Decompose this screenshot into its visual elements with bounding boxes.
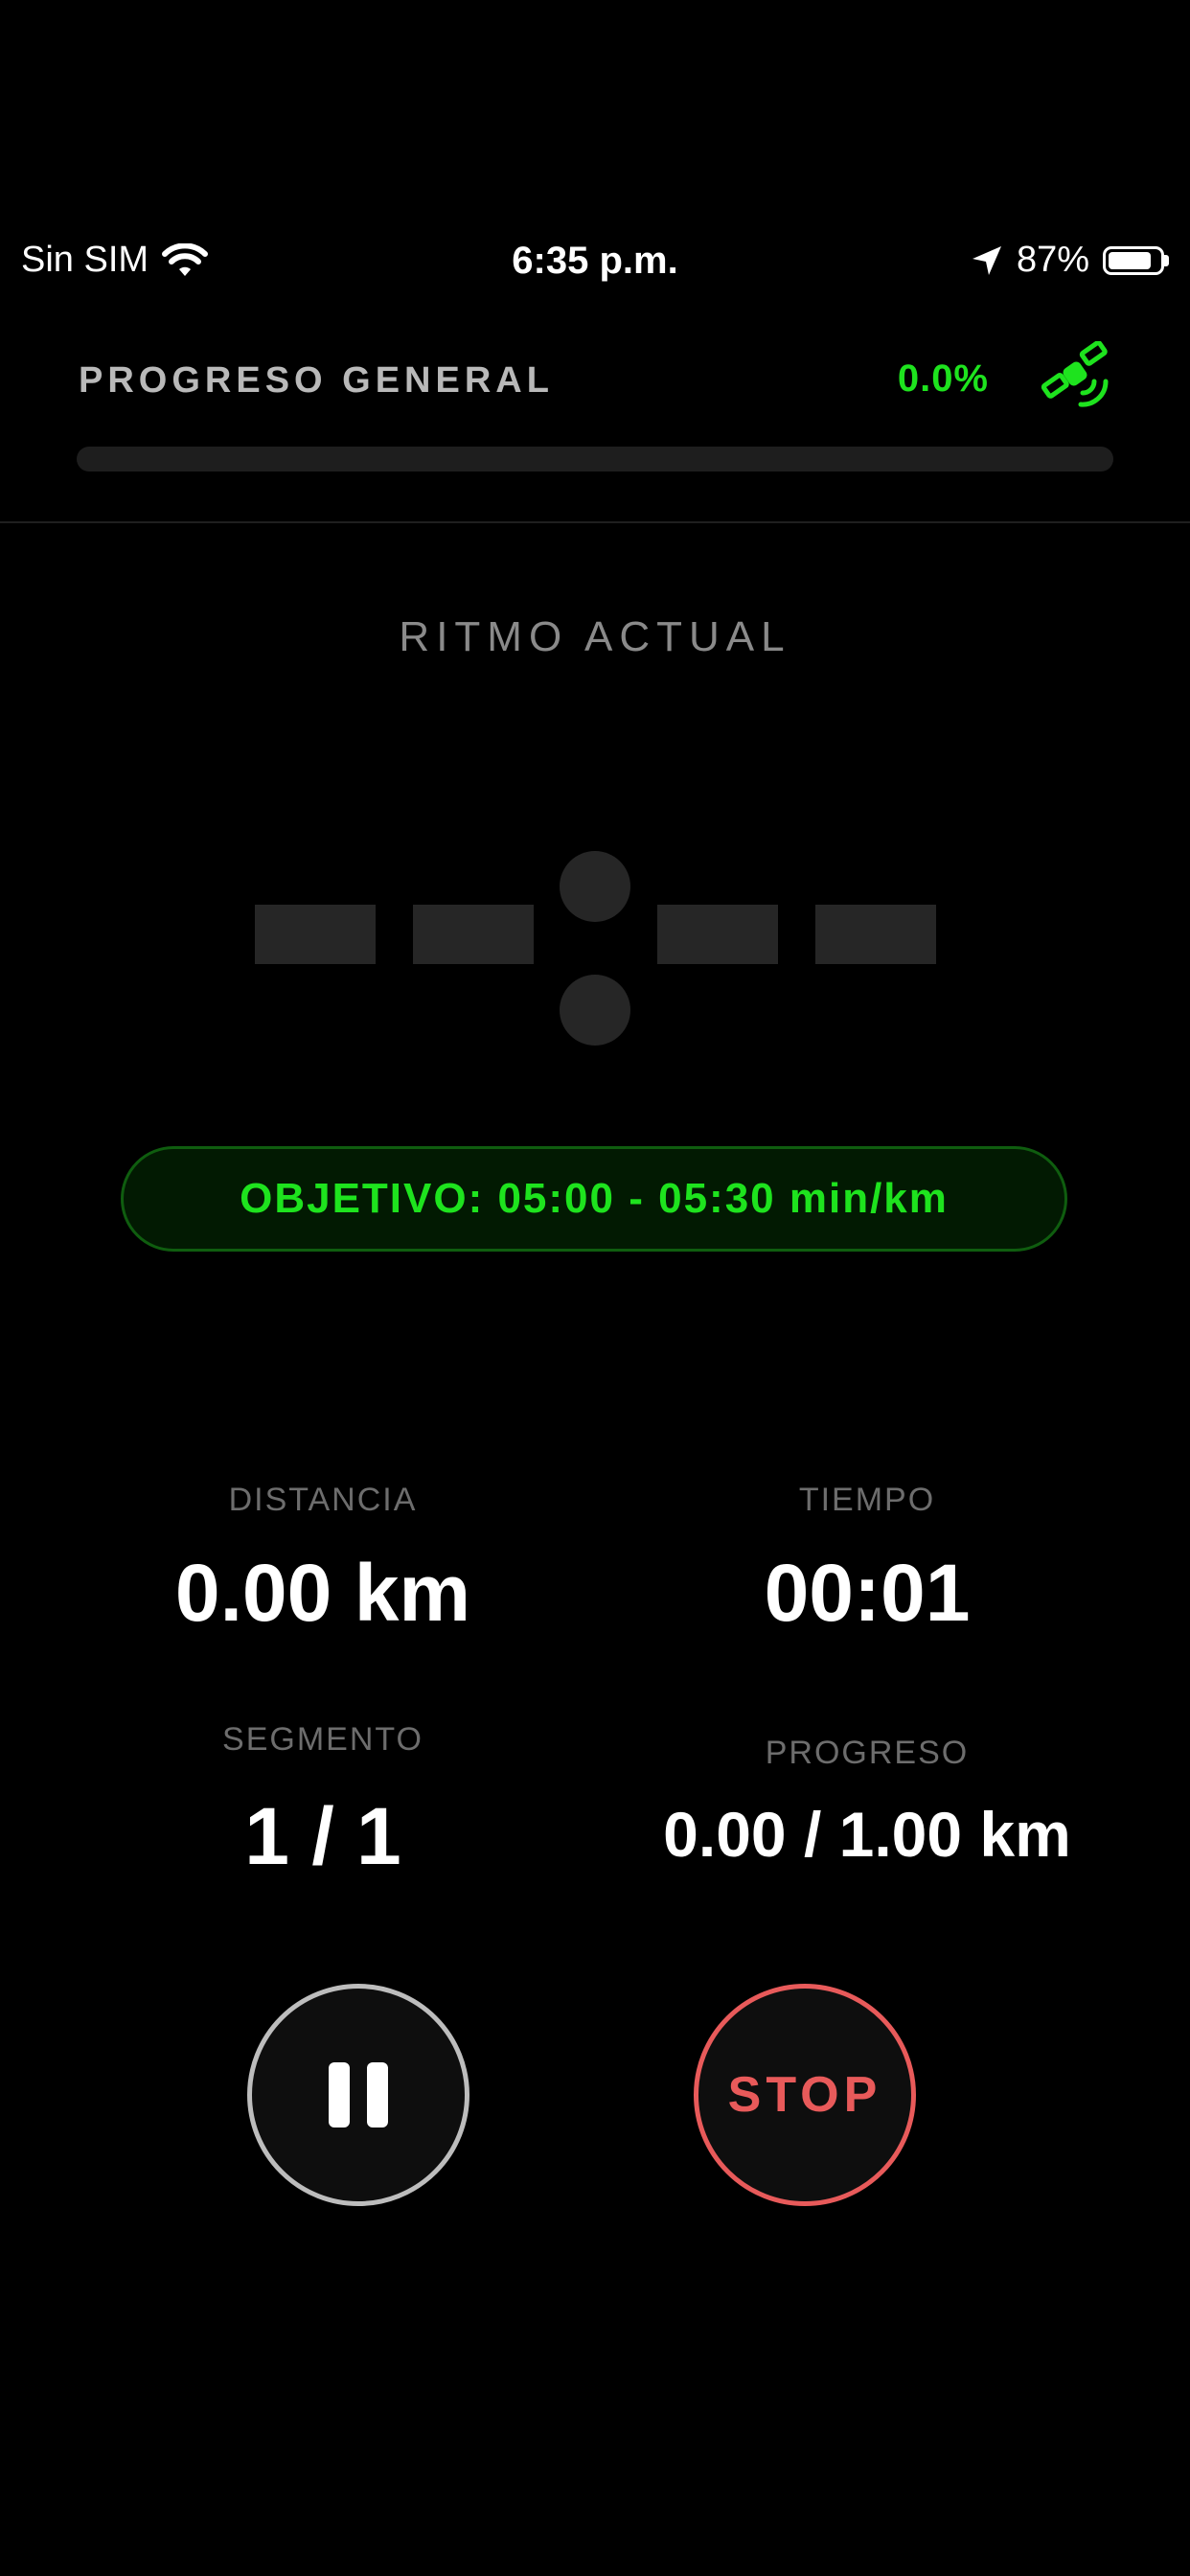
segment-value: 1 / 1 bbox=[244, 1791, 401, 1881]
pace-colon-dot bbox=[560, 975, 630, 1046]
status-bar-right: 87% bbox=[971, 240, 1169, 281]
pace-digit-placeholder bbox=[413, 905, 534, 964]
segment-progress-value: 0.00 / 1.00 km bbox=[663, 1799, 1071, 1870]
overall-progress-bar bbox=[77, 447, 1113, 472]
battery-icon bbox=[1103, 245, 1169, 275]
satellite-icon[interactable] bbox=[1039, 341, 1111, 414]
segment-progress-label: PROGRESO bbox=[765, 1735, 970, 1771]
time-value: 00:01 bbox=[764, 1548, 971, 1638]
distance-label: DISTANCIA bbox=[228, 1482, 418, 1518]
stop-button[interactable]: STOP bbox=[694, 1984, 916, 2206]
distance-value: 0.00 km bbox=[174, 1548, 471, 1638]
pace-digit-placeholder bbox=[657, 905, 778, 964]
overall-progress-title: PROGRESO GENERAL bbox=[79, 360, 554, 401]
pace-digit-placeholder bbox=[255, 905, 376, 964]
pace-colon-dot bbox=[560, 851, 630, 922]
time-label: TIEMPO bbox=[798, 1482, 936, 1518]
target-pace-text: OBJETIVO: 05:00 - 05:30 min/km bbox=[240, 1175, 949, 1222]
target-pace-badge: OBJETIVO: 05:00 - 05:30 min/km bbox=[121, 1146, 1067, 1252]
stop-label: STOP bbox=[727, 2067, 882, 2123]
header-divider bbox=[0, 521, 1190, 523]
overall-progress-percentage: 0.0% bbox=[897, 357, 989, 400]
pause-icon bbox=[320, 2062, 397, 2128]
pause-button[interactable] bbox=[247, 1984, 469, 2206]
segment-label: SEGMENTO bbox=[222, 1721, 423, 1758]
pace-digit-placeholder bbox=[815, 905, 936, 964]
battery-percentage: 87% bbox=[1016, 240, 1089, 280]
location-arrow-icon bbox=[972, 245, 1001, 275]
current-pace-label: RITMO ACTUAL bbox=[399, 613, 791, 660]
